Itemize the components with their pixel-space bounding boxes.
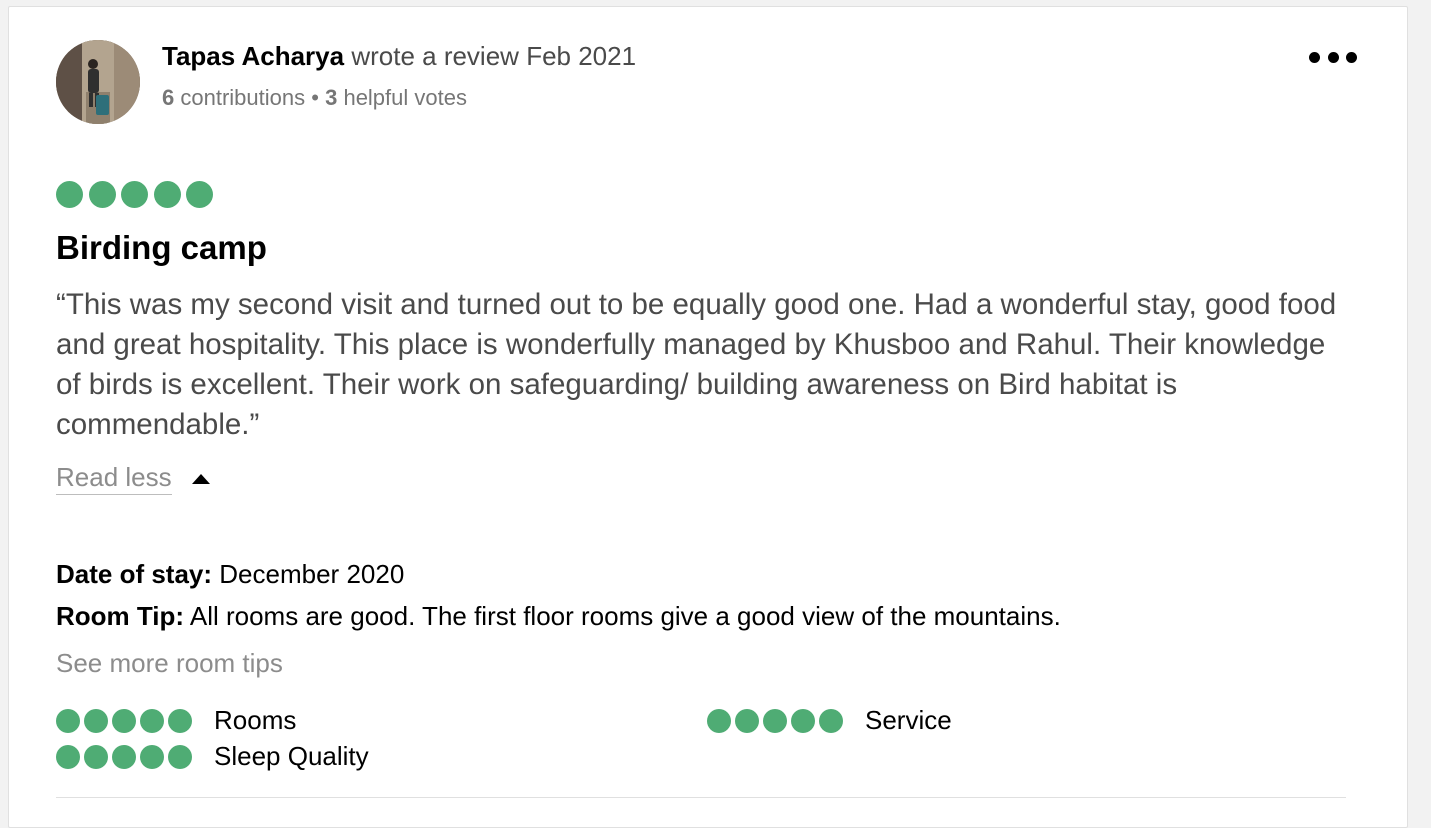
sub-rating-label: Rooms [214, 705, 297, 735]
rating-bubble-icon [186, 181, 213, 208]
rating-bubble-icon [112, 744, 136, 769]
review-date: Feb 2021 [526, 41, 637, 71]
rating-bubble-icon [56, 744, 80, 769]
overall-rating [56, 181, 219, 208]
rating-bubble-icon [88, 181, 116, 208]
sub-rating-bubbles [56, 708, 196, 733]
sub-rating-label: Sleep Quality [214, 741, 369, 771]
sub-rating-rooms: Rooms [56, 705, 296, 736]
rating-bubble-icon [153, 181, 181, 208]
rating-bubble-icon [819, 708, 843, 733]
rating-bubble-icon [140, 708, 164, 733]
see-more-room-tips-link[interactable]: See more room tips [56, 648, 283, 679]
rating-bubble-icon [707, 708, 731, 733]
read-less-link[interactable]: Read less [56, 462, 172, 495]
avatar[interactable] [56, 40, 140, 124]
caret-up-icon[interactable] [192, 474, 210, 484]
review-title[interactable]: Birding camp [56, 229, 267, 267]
sub-rating-bubbles [56, 744, 196, 769]
rating-bubble-icon [56, 708, 80, 733]
review-body: “This was my second visit and turned out… [56, 288, 1337, 441]
rating-bubble-icon [84, 708, 108, 733]
rating-bubble-icon [791, 708, 815, 733]
contributions-label: contributions [180, 85, 306, 110]
rating-bubble-icon [56, 181, 83, 208]
contributions-count: 6 [162, 85, 175, 110]
date-of-stay-value: December 2020 [219, 559, 405, 589]
review-action: wrote a review [351, 41, 519, 71]
more-options-icon[interactable] [1309, 45, 1357, 69]
helpful-votes-label: helpful votes [343, 85, 467, 110]
rating-bubble-icon [735, 708, 759, 733]
sub-rating-service: Service [707, 705, 952, 736]
author-name[interactable]: Tapas Acharya [162, 41, 344, 71]
stats-separator: • [311, 85, 319, 110]
rating-bubble-icon [168, 708, 192, 733]
rating-bubble-icon [112, 708, 136, 733]
room-tip-value: All rooms are good. The first floor room… [189, 601, 1061, 631]
helpful-votes-count: 3 [325, 85, 338, 110]
review-header: Tapas Acharya wrote a review Feb 2021 [162, 41, 636, 72]
sub-rating-sleep-quality: Sleep Quality [56, 741, 369, 772]
date-of-stay-label: Date of stay: [56, 559, 213, 589]
review-card: Tapas Acharya wrote a review Feb 2021 6 … [8, 6, 1408, 828]
rating-bubble-icon [84, 744, 108, 769]
author-stats: 6 contributions • 3 helpful votes [162, 85, 467, 111]
rating-bubble-icon [121, 181, 148, 208]
rating-bubble-icon [763, 708, 787, 733]
date-of-stay: Date of stay: December 2020 [56, 559, 404, 590]
room-tip: Room Tip: All rooms are good. The first … [56, 601, 1061, 632]
rating-bubble-icon [140, 744, 164, 769]
sub-rating-label: Service [865, 705, 952, 735]
divider [56, 797, 1346, 798]
avatar-photo [56, 40, 140, 124]
room-tip-label: Room Tip: [56, 601, 185, 631]
sub-rating-bubbles [707, 708, 847, 733]
rating-bubble-icon [168, 744, 192, 769]
